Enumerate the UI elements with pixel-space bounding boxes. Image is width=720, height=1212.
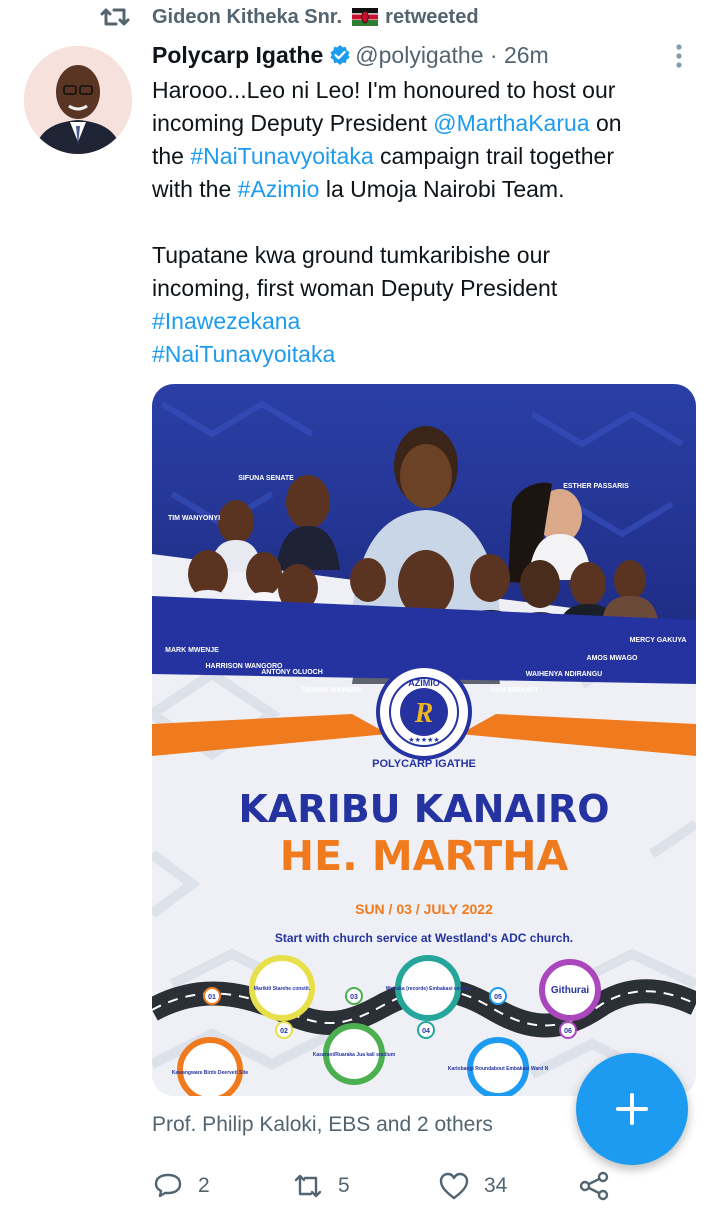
- header-separator: ·: [489, 42, 498, 68]
- svg-text:06: 06: [564, 1028, 572, 1035]
- svg-text:Marikiti Starehe constit.: Marikiti Starehe constit.: [254, 986, 311, 992]
- tweet-media-poster[interactable]: TIM WANYONYI SIFUNA SENATE ESTHER PASSAR…: [152, 384, 696, 1096]
- poster-name-sam: SAM MWANGI: [490, 687, 537, 694]
- tweet-line: the #NaiTunavyoitaka campaign trail toge…: [152, 140, 697, 173]
- poster-date: SUN / 03 / JULY 2022: [355, 901, 493, 917]
- svg-text:Kariobangi Roundabout Embakasi: Kariobangi Roundabout Embakasi Ward N: [448, 1066, 549, 1072]
- logo-text: AZIMIO: [408, 678, 440, 688]
- tweet-line: Harooo...Leo ni Leo! I'm honoured to hos…: [152, 77, 616, 103]
- tweet-line: Tupatane kwa ground tumkaribishe our: [152, 242, 551, 268]
- poster-name-tim: TIM WANYONYI: [168, 515, 220, 522]
- tweet-actions: 2 5 34: [152, 1166, 632, 1206]
- poster-name-mercy: MERCY GAKUYA: [630, 637, 687, 644]
- svg-text:02: 02: [280, 1028, 288, 1035]
- poster-name-sifuna: SIFUNA SENATE: [238, 475, 294, 482]
- svg-text:03: 03: [350, 994, 358, 1001]
- share-icon: [579, 1171, 609, 1201]
- retweet-button[interactable]: 5: [292, 1166, 350, 1206]
- like-icon: [439, 1172, 469, 1200]
- tweet-text-fragment: the: [152, 143, 191, 169]
- avatar[interactable]: [24, 46, 132, 154]
- tweet-text-fragment: la Umoja Nairobi Team.: [319, 176, 565, 202]
- retweet-suffix: retweeted: [385, 6, 479, 28]
- like-button[interactable]: 34: [438, 1166, 507, 1206]
- svg-text:04: 04: [422, 1028, 430, 1035]
- svg-text:Kasarani/Ruaraka Jua kali stad: Kasarani/Ruaraka Jua kali stadium: [313, 1052, 396, 1058]
- social-context-likers[interactable]: Prof. Philip Kaloki, EBS and 2 others: [152, 1113, 493, 1137]
- reply-count: 2: [198, 1174, 210, 1197]
- tweet-text-fragment: campaign trail together: [373, 143, 614, 169]
- reply-button[interactable]: 2: [152, 1166, 210, 1206]
- mention-link[interactable]: @MarthaKarua: [433, 110, 589, 136]
- retweet-count: 5: [338, 1174, 350, 1197]
- svg-text:Githurai: Githurai: [551, 985, 590, 996]
- poster-name-waihenya: WAIHENYA NDIRANGU: [526, 671, 603, 678]
- poster-graphic: TIM WANYONYI SIFUNA SENATE ESTHER PASSAR…: [152, 384, 696, 1096]
- tweet-line: incoming Deputy President @MarthaKarua o…: [152, 107, 697, 140]
- more-icon[interactable]: [672, 42, 686, 70]
- compose-tweet-button[interactable]: [576, 1053, 688, 1165]
- poster-name-antony: ANTONY OLUOCH: [261, 669, 323, 676]
- tweet-text-fragment: with the: [152, 176, 238, 202]
- poster-name-dennis: DENNIS WAWERU: [302, 687, 363, 694]
- author-handle[interactable]: @polyigathe: [355, 42, 483, 68]
- tweet-line: incoming, first woman Deputy President: [152, 275, 558, 301]
- share-button[interactable]: [578, 1166, 610, 1206]
- author-name[interactable]: Polycarp Igathe: [152, 42, 323, 68]
- retweet-icon: [100, 8, 130, 26]
- poster-headline-2: HE. MARTHA: [280, 832, 569, 880]
- tweet-text: Harooo...Leo ni Leo! I'm honoured to hos…: [152, 74, 697, 371]
- plus-icon: [616, 1093, 648, 1125]
- tweet-text-fragment: on: [589, 110, 622, 136]
- svg-text:01: 01: [208, 994, 216, 1001]
- svg-text:Wairaka (recorde) Embakasi cen: Wairaka (recorde) Embakasi central: [386, 986, 471, 992]
- poster-subtitle: Start with church service at Westland's …: [275, 931, 573, 945]
- poster-host: POLYCARP IGATHE: [372, 758, 476, 770]
- poster-name-esther: ESTHER PASSARIS: [563, 483, 629, 490]
- tweet-line: with the #Azimio la Umoja Nairobi Team.: [152, 173, 697, 206]
- poster-name-amos: AMOS MWAGO: [587, 655, 638, 662]
- verified-icon: [330, 45, 350, 65]
- hashtag-link[interactable]: #NaiTunavyoitaka: [152, 341, 335, 367]
- kenya-flag-icon: [351, 8, 378, 26]
- poster-headline-1: KARIBU KANAIRO: [238, 787, 609, 831]
- poster-name-mark: MARK MWENJE: [165, 647, 219, 654]
- svg-text:Kawangware Birds Deerveti Site: Kawangware Birds Deerveti Site: [172, 1070, 249, 1076]
- hashtag-link[interactable]: #Inawezekana: [152, 308, 300, 334]
- retweeter-name[interactable]: Gideon Kitheka Snr.: [152, 6, 342, 28]
- svg-text:★★★★★: ★★★★★: [408, 736, 439, 744]
- svg-text:05: 05: [494, 994, 502, 1001]
- reply-icon: [154, 1173, 182, 1198]
- tweet-text-fragment: incoming Deputy President: [152, 110, 434, 136]
- tweet-time[interactable]: 26m: [504, 42, 549, 68]
- azimio-logo: AZIMIO R ★★★★★: [376, 664, 472, 760]
- hashtag-link[interactable]: #Azimio: [238, 176, 320, 202]
- retweet-context[interactable]: Gideon Kitheka Snr. retweeted: [0, 0, 720, 36]
- hashtag-link[interactable]: #NaiTunavyoitaka: [190, 143, 373, 169]
- tweet-header: Polycarp Igathe @polyigathe · 26m: [152, 42, 549, 74]
- logo-letter: R: [414, 698, 434, 729]
- retweet-icon: [294, 1174, 322, 1198]
- like-count: 34: [484, 1174, 508, 1197]
